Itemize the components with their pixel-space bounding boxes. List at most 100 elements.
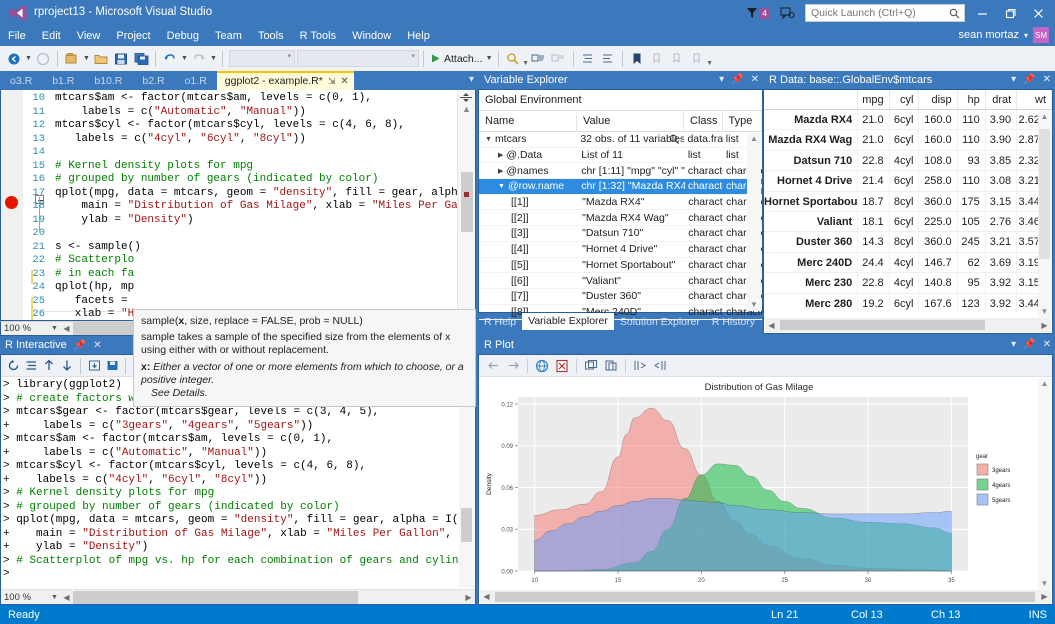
menu-item-debug[interactable]: Debug: [159, 26, 207, 46]
table-row[interactable]: Duster 36014.38cyl360.02453.213.570: [764, 232, 1052, 252]
copy-bitmap-button[interactable]: [581, 357, 601, 375]
navigate-back-button[interactable]: [4, 49, 24, 69]
toolbar-overflow-2[interactable]: ▼: [707, 49, 713, 69]
rd-hscroll-left[interactable]: ◀: [765, 321, 778, 330]
variable-row[interactable]: [[2]]"Mazda RX4 Wag"charactecharacte: [479, 210, 762, 226]
document-tab-o1-r[interactable]: o1.R: [175, 73, 217, 90]
interrupt-button[interactable]: [22, 357, 40, 375]
plot-prev-button[interactable]: [630, 357, 650, 375]
document-tab-o3-r[interactable]: o3.R: [0, 73, 42, 90]
history-up-button[interactable]: [40, 357, 58, 375]
table-row[interactable]: Mazda RX421.06cyl160.01103.902.620: [764, 110, 1052, 130]
attach-button[interactable]: Attach...: [428, 49, 485, 69]
back-dropdown[interactable]: ▼: [24, 49, 33, 69]
scrollbar-thumb[interactable]: [461, 172, 473, 232]
load-workspace-button[interactable]: [85, 357, 103, 375]
rd-column-header-mpg[interactable]: mpg: [858, 90, 889, 109]
console-horizontal-scrollbar[interactable]: [73, 591, 462, 604]
console-hscroll-right[interactable]: ▶: [462, 593, 475, 602]
document-tab-b1-r[interactable]: b1.R: [42, 73, 84, 90]
variable-row[interactable]: [[7]]"Duster 360"charactecharacte: [479, 289, 762, 305]
close-button[interactable]: [1027, 3, 1049, 23]
code-editor-body[interactable]: 10mtcars$am <- factor(mtcars$am, levels …: [0, 90, 476, 321]
rp-hscroll-left[interactable]: ◀: [480, 592, 493, 601]
plot-back-button[interactable]: [483, 357, 503, 375]
breakpoint-marker[interactable]: [5, 196, 18, 209]
undo-button[interactable]: [160, 49, 180, 69]
pin-icon[interactable]: 📌: [1023, 340, 1035, 350]
document-tab-b10-r[interactable]: b10.R: [84, 73, 132, 90]
rd-scroll-up-arrow[interactable]: ▲: [1038, 111, 1051, 123]
table-row[interactable]: Datsun 71022.84cyl108.0933.852.320: [764, 151, 1052, 171]
feedback-icon[interactable]: [780, 6, 795, 20]
rd-column-header-wt[interactable]: wt: [1017, 90, 1052, 109]
chevron-down-icon[interactable]: ▾: [719, 75, 724, 85]
r-data-vertical-scrollbar[interactable]: ▲ ▼: [1038, 111, 1051, 318]
rd-column-header-disp[interactable]: disp: [919, 90, 957, 109]
rp-scroll-down-arrow[interactable]: ▼: [1038, 578, 1051, 590]
menu-item-file[interactable]: File: [0, 26, 34, 46]
variable-row[interactable]: ▼@row.namechr [1:32] "Mazda RX4" "Machar…: [479, 179, 762, 195]
editor-zoom-level[interactable]: 100 %: [1, 322, 49, 335]
pin-icon[interactable]: 📌: [1023, 75, 1035, 85]
rd-hscroll-thumb[interactable]: [780, 320, 985, 330]
rp-scroll-up-arrow[interactable]: ▲: [1038, 378, 1051, 390]
document-tabs-overflow[interactable]: ▾: [469, 74, 474, 85]
pin-icon[interactable]: 📌: [731, 75, 743, 85]
r-plot-vertical-scrollbar[interactable]: ▲ ▼: [1038, 378, 1051, 590]
menu-item-tools[interactable]: Tools: [250, 26, 292, 46]
r-plot-horizontal-scrollbar[interactable]: ◀ ▶: [480, 590, 1051, 603]
table-row[interactable]: Hornet 4 Drive21.46cyl258.01103.083.215: [764, 171, 1052, 191]
rd-hscroll-right[interactable]: ▶: [1038, 321, 1051, 330]
history-down-button[interactable]: [58, 357, 76, 375]
console-hscroll-thumb[interactable]: [73, 591, 358, 604]
variable-row[interactable]: [[4]]"Hornet 4 Drive"charactecharacte: [479, 242, 762, 258]
chevron-down-icon[interactable]: ▾: [1011, 75, 1016, 85]
minimize-button[interactable]: [971, 3, 993, 23]
table-row[interactable]: Merc 28019.26cyl167.61233.923.440: [764, 294, 1052, 313]
prev-bookmark-button[interactable]: [647, 49, 667, 69]
open-file-button[interactable]: [91, 49, 111, 69]
r-console-output[interactable]: > library(ggplot2)> # create factors wit…: [3, 378, 458, 588]
config-combo[interactable]: [229, 50, 295, 67]
pin-icon[interactable]: ⇲: [328, 72, 336, 91]
outdent-button[interactable]: [598, 49, 618, 69]
new-project-dropdown[interactable]: ▼: [82, 49, 91, 69]
bookmark-button[interactable]: [627, 49, 647, 69]
save-all-button[interactable]: [131, 49, 151, 69]
rd-scroll-down-arrow[interactable]: ▼: [1038, 306, 1051, 318]
editor-zoom-dropdown[interactable]: ▼: [49, 325, 60, 332]
rd-column-header-cyl[interactable]: cyl: [890, 90, 920, 109]
new-project-button[interactable]: [62, 49, 82, 69]
ve-column-header-name[interactable]: Name: [479, 111, 577, 132]
menu-item-r-tools[interactable]: R Tools: [292, 26, 344, 46]
ve-scroll-up-arrow[interactable]: ▲: [747, 133, 761, 145]
plot-forward-button[interactable]: [503, 357, 523, 375]
save-button[interactable]: [111, 49, 131, 69]
rd-column-header-rowname[interactable]: [764, 90, 858, 109]
table-row[interactable]: Mazda RX4 Wag21.06cyl160.01103.902.875: [764, 130, 1052, 150]
ve-scroll-down-arrow[interactable]: ▼: [747, 299, 761, 311]
table-row[interactable]: Merc 240D24.44cyl146.7623.693.190: [764, 253, 1052, 273]
rp-hscroll-right[interactable]: ▶: [1038, 592, 1051, 601]
notifications-button[interactable]: 4: [746, 7, 770, 19]
tool-tab-r-help[interactable]: R Help: [478, 315, 522, 330]
ve-column-header-value[interactable]: Value: [577, 111, 684, 132]
rp-hscroll-thumb[interactable]: [495, 592, 1035, 602]
collapsed-triangle-icon[interactable]: ▶: [498, 151, 503, 159]
platform-combo[interactable]: [297, 50, 419, 67]
document-tab-ggplot2-example-r-[interactable]: ggplot2 - example.R*⇲✕: [217, 71, 354, 90]
hscroll-left-arrow[interactable]: ◀: [60, 324, 73, 333]
console-vertical-scrollbar[interactable]: ▲: [459, 378, 474, 588]
table-row[interactable]: Hornet Sportabout18.78cyl360.01753.153.4…: [764, 192, 1052, 212]
rd-column-header-hp[interactable]: hp: [958, 90, 986, 109]
save-workspace-button[interactable]: [103, 357, 121, 375]
close-icon[interactable]: ✕: [93, 340, 101, 351]
save-image-button[interactable]: [532, 357, 552, 375]
variable-row[interactable]: ▶@.DataList of 11listlist: [479, 148, 762, 164]
variable-row[interactable]: [[5]]"Hornet Sportabout"charactecharacte: [479, 258, 762, 274]
uncomment-button[interactable]: [549, 49, 569, 69]
magnifier-icon[interactable]: [669, 134, 680, 145]
close-icon[interactable]: ✕: [340, 72, 348, 91]
table-row[interactable]: Valiant18.16cyl225.01052.763.460: [764, 212, 1052, 232]
